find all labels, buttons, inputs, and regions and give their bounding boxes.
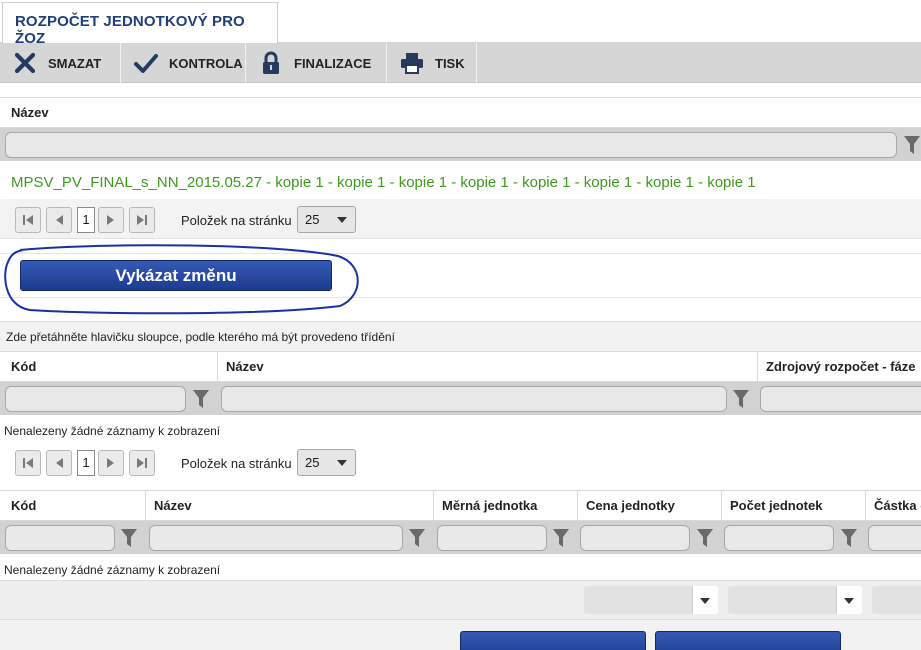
grid2-pager: 1 Položek na stránku 25 <box>0 442 921 482</box>
filter-icon[interactable] <box>841 529 857 547</box>
print-label: TISK <box>435 55 465 71</box>
unit-filter-input[interactable] <box>437 525 547 551</box>
grid1-row-name[interactable]: MPSV_PV_FINAL_s_NN_2015.05.27 - kopie 1 … <box>11 174 911 191</box>
last-page-icon <box>137 215 147 225</box>
delete-label: SMAZAT <box>48 55 102 71</box>
first-page-icon <box>23 458 33 468</box>
page-number[interactable]: 1 <box>77 207 95 233</box>
print-button[interactable]: TISK <box>387 43 477 83</box>
next-page-button[interactable] <box>98 207 124 233</box>
per-page-select[interactable]: 25 <box>297 449 356 476</box>
column-header-name[interactable]: Název <box>218 352 758 381</box>
name-filter-input[interactable] <box>149 525 403 551</box>
grid3-header: Kód Název Měrná jednotka Cena jednotky P… <box>0 490 921 521</box>
last-page-button[interactable] <box>129 207 155 233</box>
footer-aggregate-select[interactable] <box>728 586 862 614</box>
grid1-filter-row <box>0 128 921 161</box>
code-filter-input[interactable] <box>5 386 186 412</box>
filter-icon[interactable] <box>121 529 137 547</box>
prev-page-button[interactable] <box>46 207 72 233</box>
source-filter-input[interactable] <box>760 386 921 412</box>
per-page-value: 25 <box>305 212 320 227</box>
grid3-empty-message: Nenalezeny žádné záznamy k zobrazení <box>4 563 221 577</box>
highlight-annotation <box>4 244 359 315</box>
first-page-icon <box>23 215 33 225</box>
footer-aggregate-select[interactable] <box>872 586 921 614</box>
filter-icon[interactable] <box>553 529 569 547</box>
code-filter-input[interactable] <box>5 525 115 551</box>
grid2-filter-row <box>0 382 921 415</box>
check-button[interactable]: KONTROLA <box>121 43 246 83</box>
chevron-down-icon <box>337 217 347 223</box>
tab-budget-unit[interactable]: ROZPOČET JEDNOTKOVÝ PRO ŽOZ <box>2 2 278 47</box>
column-header-amount[interactable]: Částka c <box>866 491 921 520</box>
bottom-action-button[interactable] <box>460 631 646 650</box>
next-page-button[interactable] <box>98 450 124 476</box>
per-page-label: Položek na stránku <box>181 456 292 471</box>
tab-label: ROZPOČET JEDNOTKOVÝ PRO ŽOZ <box>15 13 245 47</box>
name-filter-input[interactable] <box>5 132 897 158</box>
unit-price-filter-input[interactable] <box>580 525 690 551</box>
grid3-footer <box>0 580 921 619</box>
column-header-code[interactable]: Kód <box>3 352 218 381</box>
name-filter-input[interactable] <box>221 386 727 412</box>
filter-icon[interactable] <box>733 390 749 408</box>
group-hint: Zde přetáhněte hlavičku sloupce, podle k… <box>6 330 395 344</box>
bottom-action-button[interactable] <box>655 631 841 650</box>
prev-page-icon <box>56 458 63 468</box>
grid2-empty-message: Nenalezeny žádné záznamy k zobrazení <box>4 424 221 438</box>
check-label: KONTROLA <box>169 55 243 71</box>
prev-page-button[interactable] <box>46 450 72 476</box>
column-header-unit-price[interactable]: Cena jednotky <box>578 491 722 520</box>
unit-count-filter-input[interactable] <box>724 525 834 551</box>
finalize-label: FINALIZACE <box>294 55 372 71</box>
close-icon <box>12 50 38 76</box>
last-page-button[interactable] <box>129 450 155 476</box>
filter-icon[interactable] <box>193 390 209 408</box>
prev-page-icon <box>56 215 63 225</box>
filter-icon[interactable] <box>904 136 920 154</box>
amount-filter-input[interactable] <box>868 525 921 551</box>
toolbar: SMAZAT KONTROLA FINALIZACE TISK <box>0 43 921 83</box>
column-header-code[interactable]: Kód <box>3 491 146 520</box>
chevron-down-icon <box>844 598 854 604</box>
delete-button[interactable]: SMAZAT <box>0 43 121 83</box>
grid3-filter-row <box>0 521 921 554</box>
column-header-name[interactable]: Název <box>146 491 434 520</box>
grid2-header: Kód Název Zdrojový rozpočet - fáze <box>0 351 921 382</box>
first-page-button[interactable] <box>15 450 41 476</box>
checkmark-icon <box>133 50 159 76</box>
per-page-label: Položek na stránku <box>181 213 292 228</box>
finalize-button[interactable]: FINALIZACE <box>246 43 387 83</box>
page-number[interactable]: 1 <box>77 450 95 476</box>
grid1-pager: 1 Položek na stránku 25 <box>0 199 921 239</box>
filter-icon[interactable] <box>409 529 425 547</box>
column-header-unit-count[interactable]: Počet jednotek <box>722 491 866 520</box>
grid1-header: Název <box>0 97 921 128</box>
footer-aggregate-select[interactable] <box>584 586 718 614</box>
column-header-source-budget[interactable]: Zdrojový rozpočet - fáze <box>758 352 921 381</box>
per-page-select[interactable]: 25 <box>297 206 356 233</box>
next-page-icon <box>107 215 114 225</box>
column-header-unit[interactable]: Měrná jednotka <box>434 491 578 520</box>
chevron-down-icon <box>337 460 347 466</box>
filter-icon[interactable] <box>697 529 713 547</box>
last-page-icon <box>137 458 147 468</box>
column-header-name[interactable]: Název <box>3 98 921 127</box>
next-page-icon <box>107 458 114 468</box>
printer-icon <box>399 50 425 76</box>
lock-icon <box>258 50 284 76</box>
per-page-value: 25 <box>305 455 320 470</box>
first-page-button[interactable] <box>15 207 41 233</box>
chevron-down-icon <box>700 598 710 604</box>
group-panel: Zde přetáhněte hlavičku sloupce, podle k… <box>0 321 921 351</box>
